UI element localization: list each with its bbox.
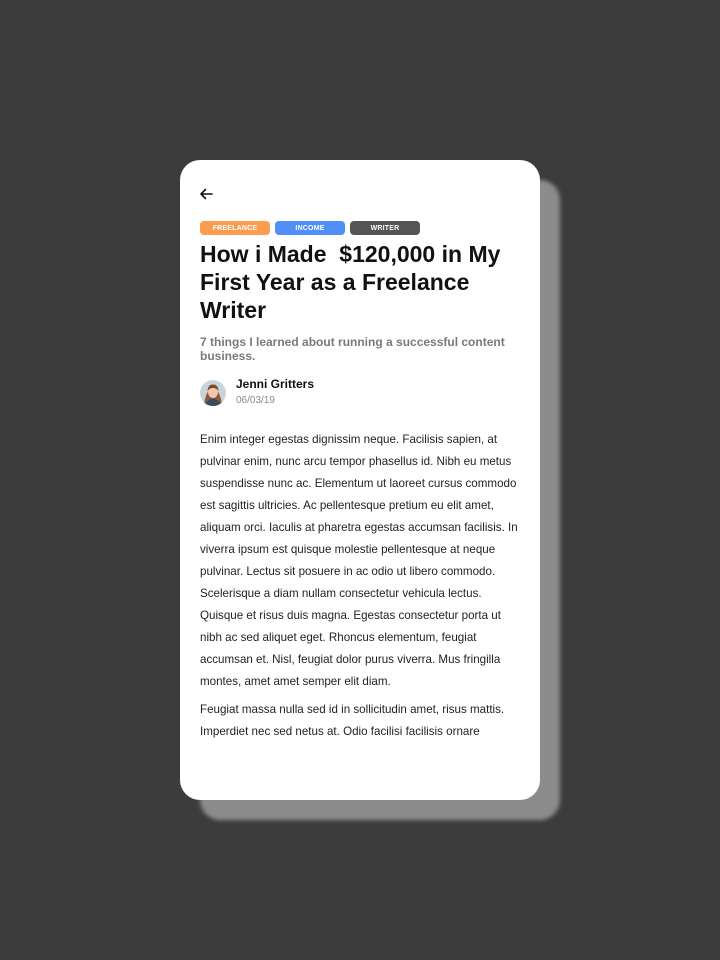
tag-income[interactable]: INCOME [275,221,345,235]
avatar[interactable] [200,379,226,406]
arrow-left-icon [200,188,213,200]
tag-list: FREELANCE INCOME WRITER [200,221,420,235]
publish-date: 06/03/19 [236,395,275,406]
back-button[interactable] [196,184,216,204]
article-body: Enim integer egestas dignissim neque. Fa… [200,429,522,757]
body-paragraph: Enim integer egestas dignissim neque. Fa… [200,433,518,688]
article-title: How i Made $120,000 in My First Year as … [200,241,507,323]
tag-freelance[interactable]: FREELANCE [200,221,270,235]
author-name[interactable]: Jenni Gritters [236,377,314,392]
author-meta: Jenni Gritters 06/03/19 [236,377,314,408]
article-subtitle: 7 things I learned about running a succe… [200,335,505,363]
tag-writer[interactable]: WRITER [350,221,420,235]
body-paragraph: Feugiat massa nulla sed id in sollicitud… [200,703,505,738]
article-card: FREELANCE INCOME WRITER How i Made $120,… [180,160,540,800]
author-block: Jenni Gritters 06/03/19 [200,377,314,408]
